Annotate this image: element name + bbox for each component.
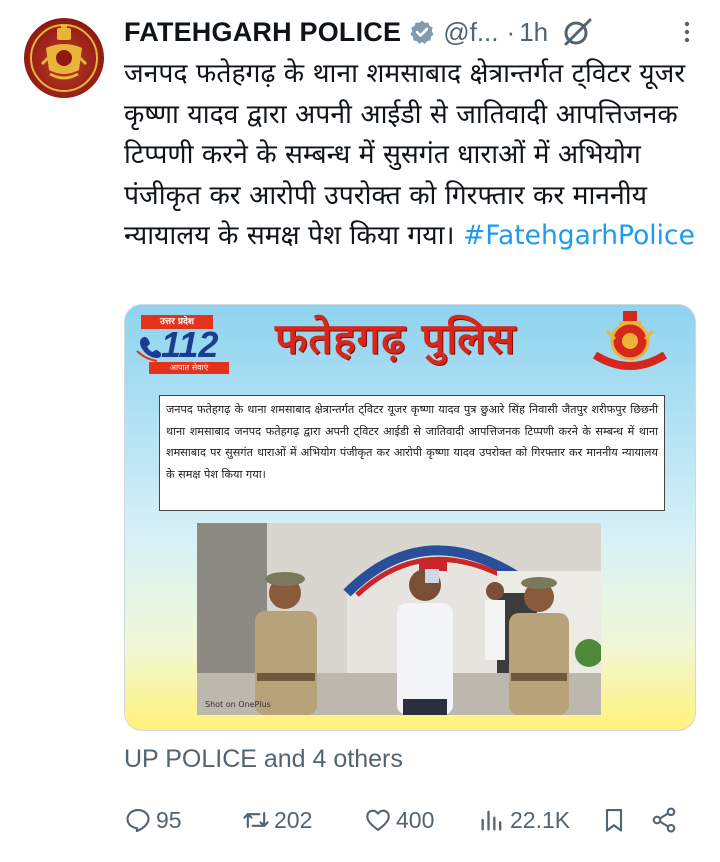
share-icon <box>652 807 676 833</box>
up-police-logo-icon <box>592 311 668 370</box>
views-count: 22.1K <box>510 806 571 833</box>
tweet-media-image[interactable]: उत्तर प्रदेश 112 आपात सेवाएं फतेहगढ़ पुल… <box>124 304 696 731</box>
author-handle[interactable]: @f... <box>443 17 498 48</box>
repost-count: 202 <box>274 806 313 833</box>
views-icon <box>481 810 502 831</box>
like-count: 400 <box>396 806 435 833</box>
like-button[interactable]: 400 <box>364 806 434 834</box>
tweet-time[interactable]: 1h <box>519 17 548 48</box>
press-notice: जनपद फतेहगढ़ के थाना शमसाबाद क्षेत्रान्त… <box>159 395 665 511</box>
arrest-scene-illustration <box>197 523 601 715</box>
avatar[interactable] <box>24 18 104 98</box>
emergency-112-badge: उत्तर प्रदेश 112 आपात सेवाएं <box>135 315 239 374</box>
photo-credit: Shot on OnePlus <box>205 700 271 709</box>
verified-badge-icon <box>409 19 435 45</box>
repost-button[interactable]: 202 <box>242 806 312 834</box>
repost-icon <box>243 811 269 829</box>
author-name[interactable]: FATEHGARH POLICE <box>124 17 401 48</box>
reply-icon <box>126 809 150 833</box>
bookmark-button[interactable] <box>600 806 628 834</box>
share-button[interactable] <box>650 806 678 834</box>
separator-dot: · <box>506 16 516 47</box>
action-bar: 95 202 400 22.1K <box>124 800 696 840</box>
grok-icon[interactable] <box>562 16 594 48</box>
badge-number: 112 <box>161 324 219 365</box>
more-options-icon[interactable] <box>678 14 696 50</box>
reply-count: 95 <box>156 806 182 833</box>
tweet-text: जनपद फतेहगढ़ के थाना शमसाबाद क्षेत्रान्त… <box>124 54 704 257</box>
tweet-header: FATEHGARH POLICE @f... · 1h <box>124 10 696 54</box>
media-title: फतेहगढ़ पुलिस <box>275 314 517 363</box>
social-context[interactable]: UP POLICE and 4 others <box>124 745 403 774</box>
reply-button[interactable]: 95 <box>124 806 182 834</box>
views-button[interactable]: 22.1K <box>478 806 570 834</box>
arrest-photo: Shot on OnePlus <box>197 523 601 715</box>
hashtag-link[interactable]: #FatehgarhPolice <box>463 220 695 251</box>
badge-bottom-label: आपात सेवाएं <box>149 362 229 374</box>
like-icon <box>366 809 390 831</box>
bookmark-icon <box>605 809 623 832</box>
police-emblem-icon <box>30 24 98 92</box>
